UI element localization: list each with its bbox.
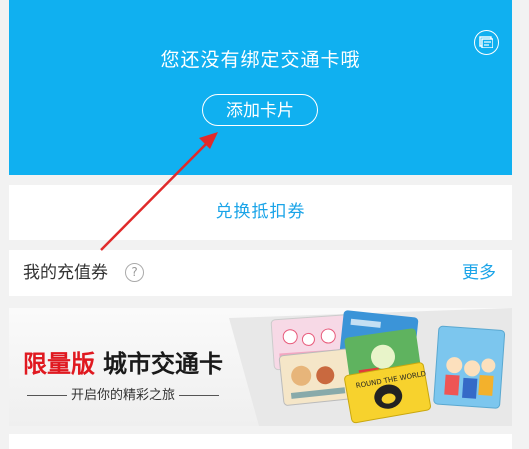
transit-cards-illustration: ROUND THE WORLD [229, 308, 512, 426]
help-icon[interactable]: ? [125, 263, 144, 282]
promo-banner[interactable]: 限量版 城市交通卡 开启你的精彩之旅 ROUND THE WORLD [9, 308, 512, 426]
card-list-icon[interactable] [474, 30, 499, 55]
people-card [433, 325, 506, 409]
card-binding-panel: 您还没有绑定交通卡哦 添加卡片 [9, 0, 512, 175]
my-vouchers-title: 我的充值券 [23, 263, 108, 283]
my-vouchers-row: 我的充值券 ? 更多 [9, 250, 512, 296]
next-section-edge [9, 434, 512, 449]
add-card-button[interactable]: 添加卡片 [202, 94, 318, 126]
more-link[interactable]: 更多 [462, 250, 496, 296]
redeem-voucher-button[interactable]: 兑换抵扣券 [9, 185, 512, 240]
cartoon-card [278, 348, 354, 406]
no-card-message: 您还没有绑定交通卡哦 [160, 49, 361, 71]
